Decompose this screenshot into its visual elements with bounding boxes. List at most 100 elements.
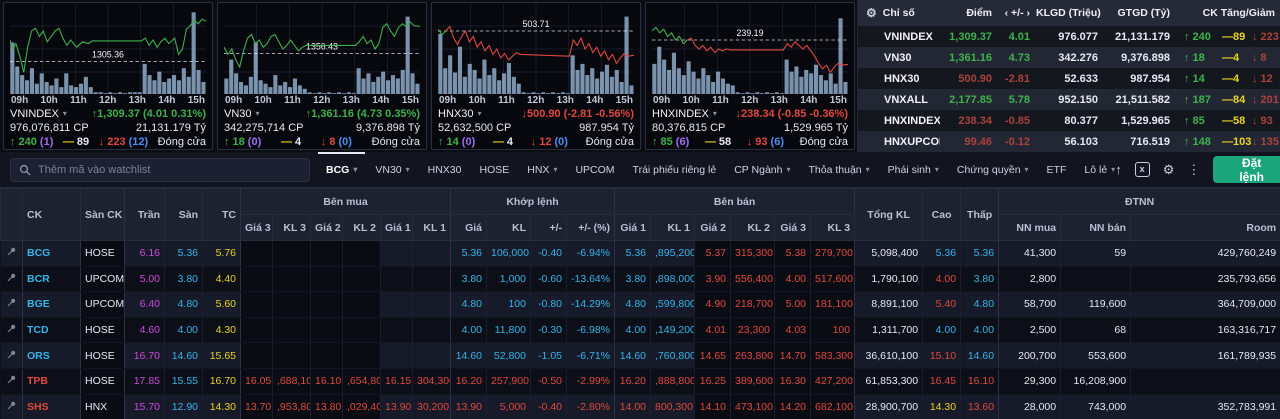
tab-upcom[interactable]: UPCOM — [575, 152, 614, 188]
tab-trái-phiếu-riêng-lẻ[interactable]: Trái phiếu riêng lẻ — [633, 152, 717, 188]
unchanged: —4 — [1222, 73, 1252, 85]
cell: 4.00 — [775, 266, 811, 292]
index-summary-panel: ⚙ Chỉ số Điểm ‹ +/- › KLGD (Triệu) GTGD … — [857, 0, 1280, 152]
tab-vn30[interactable]: VN30▾ — [375, 152, 409, 188]
stock-row-tpb[interactable]: TPBHOSE17.8515.5516.7016.05,688,10016.10… — [1, 368, 1280, 394]
index-points: 1,309.37 — [940, 31, 998, 43]
total-volume-cp: 52,632,500 CP — [438, 121, 511, 135]
stock-row-bge[interactable]: BGEUPCOM6.404.805.604.80100-0.80-14.29%4… — [1, 292, 1280, 318]
unchanged-value: 4 — [295, 135, 301, 149]
col-mua-gia3: Giá 3 — [241, 215, 273, 241]
time-label: 10h — [255, 94, 272, 107]
down-arrow-icon: ↓ 8 — [321, 135, 336, 149]
tab-lô-lẻ[interactable]: Lô lẻ▾ — [1084, 152, 1115, 188]
gear-icon[interactable]: ⚙ — [866, 6, 877, 20]
time-label: 12h — [527, 94, 544, 107]
index-header-points[interactable]: Điểm — [940, 7, 998, 19]
index-change: 4.01 — [998, 31, 1036, 43]
tab-bcg[interactable]: BCG▾ — [326, 152, 357, 188]
index-row-vn30[interactable]: VN301,361.164.73342.2769,376.898↑ 18—4↓ … — [858, 47, 1280, 68]
flat-dash-icon: — — [705, 135, 716, 149]
cell: 352,783,991 — [1131, 394, 1280, 419]
cell — [343, 292, 381, 318]
col-nn-mua: NN mua — [999, 215, 1061, 241]
index-name-label: VN30 — [224, 107, 252, 121]
index-row-hnxindex[interactable]: HNXINDEX238.34-0.8580.3771,529.965↑ 85—5… — [858, 110, 1280, 131]
kebab-menu-icon[interactable]: ⋮ — [1187, 163, 1200, 176]
tab-thỏa-thuận[interactable]: Thỏa thuận▾ — [809, 152, 870, 188]
chevron-down-icon: ▾ — [786, 165, 790, 174]
watchlist-search-input[interactable] — [38, 164, 301, 176]
stock-row-shs[interactable]: SHSHNX15.7012.9014.3013.70,953,80013.80,… — [1, 394, 1280, 419]
tab-cp-ngành[interactable]: CP Ngành▾ — [734, 152, 790, 188]
cell: 11,800 — [487, 317, 531, 343]
cell: ,149,200 — [651, 317, 695, 343]
search-icon — [19, 164, 31, 176]
index-name-dropdown[interactable]: VN30▾ — [224, 107, 260, 121]
pin-cell[interactable] — [1, 317, 23, 343]
cell: 5.00 — [775, 292, 811, 318]
pin-cell[interactable] — [1, 368, 23, 394]
pin-cell[interactable] — [1, 394, 23, 419]
index-name-dropdown[interactable]: HNX30▾ — [438, 107, 481, 121]
cell: 5,000 — [487, 394, 531, 419]
col-mua-kl2: KL 2 — [343, 215, 381, 241]
index-row-hnx30[interactable]: HNX30500.90-2.8152.633987.954↑ 14—4↓ 12 — [858, 68, 1280, 89]
tab-hnx[interactable]: HNX▾ — [527, 152, 557, 188]
place-order-button[interactable]: Đặt lệnh — [1213, 156, 1280, 183]
upload-arrow-icon[interactable]: ↑ — [1115, 163, 1122, 176]
cell: 58,700 — [999, 292, 1061, 318]
pin-cell[interactable] — [1, 343, 23, 369]
tab-etf[interactable]: ETF — [1047, 152, 1067, 188]
index-row-vnindex[interactable]: VNINDEX1,309.374.01976.07721,131.179↑ 24… — [858, 26, 1280, 47]
index-header-gtgd[interactable]: GTGD (Tỷ) — [1104, 7, 1176, 19]
cell: 5.36 — [615, 241, 651, 267]
index-header-change[interactable]: ‹ +/- › — [998, 7, 1036, 19]
cell: 3.80 — [165, 266, 203, 292]
tab-phái-sinh[interactable]: Phái sinh▾ — [888, 152, 939, 188]
pin-cell[interactable] — [1, 292, 23, 318]
settings-gear-icon[interactable]: ⚙ — [1163, 163, 1175, 176]
excel-export-icon[interactable]: x — [1135, 162, 1150, 177]
index-points: 1,361.16 — [940, 52, 998, 64]
stock-row-ors[interactable]: ORSHOSE16.7014.6015.6514.6052,800-1.05-6… — [1, 343, 1280, 369]
cell: 257,900 — [487, 368, 531, 394]
cell: -6.71% — [567, 343, 615, 369]
pin-icon — [7, 324, 16, 333]
pin-cell[interactable] — [1, 241, 23, 267]
index-header-label: Chỉ số — [883, 7, 915, 19]
cell: 13.90 — [451, 394, 487, 419]
stock-row-bcg[interactable]: BCGHOSE6.165.365.765.36106,000-0.40-6.94… — [1, 241, 1280, 267]
cell: 5.38 — [775, 241, 811, 267]
tab-hnx30[interactable]: HNX30 — [428, 152, 462, 188]
watchlist-search-box[interactable] — [10, 158, 310, 182]
stock-row-tcd[interactable]: TCDHOSE4.604.004.304.0011,800-0.30-6.98%… — [1, 317, 1280, 343]
index-name-dropdown[interactable]: VNINDEX▾ — [10, 107, 67, 121]
tab-chứng-quyền[interactable]: Chứng quyền▾ — [957, 152, 1029, 188]
cell: 556,400 — [731, 266, 775, 292]
index-header-klgd[interactable]: KLGD (Triệu) — [1036, 7, 1104, 19]
index-change: 4.73 — [998, 52, 1036, 64]
cell — [413, 241, 451, 267]
cell — [311, 292, 343, 318]
index-chart-panel-hnx30: 503.7109h10h11h12h13h14h15hHNX30▾↓500.90… — [431, 2, 641, 150]
tab-hose[interactable]: HOSE — [480, 152, 510, 188]
mini-chart-vnindex: 1305.36 — [10, 4, 206, 94]
cell — [1061, 266, 1131, 292]
unchanged: —58 — [1222, 115, 1252, 127]
cell: ,895,200 — [651, 241, 695, 267]
index-row-vnxall[interactable]: VNXALL2,177.855.78952.15021,511.582↑ 187… — [858, 89, 1280, 110]
index-gtgd: 716.519 — [1104, 136, 1176, 148]
market-status-label: Đóng cửa — [586, 135, 634, 149]
index-row-hnxupcominde[interactable]: HNXUPCOMINDE99.46-0.1256.103716.519↑ 148… — [858, 131, 1280, 152]
cell: -14.29% — [567, 292, 615, 318]
time-label: 11h — [284, 94, 301, 107]
index-change: -2.81 — [998, 73, 1036, 85]
index-name-dropdown[interactable]: HNXINDEX▾ — [652, 107, 717, 121]
pin-cell[interactable] — [1, 266, 23, 292]
stock-row-bcr[interactable]: BCRUPCOM5.003.804.403.801,000-0.60-13.64… — [1, 266, 1280, 292]
cell: 2,500 — [999, 317, 1061, 343]
group-ben-ban: Bên bán — [615, 189, 855, 215]
cell: 16.10 — [311, 368, 343, 394]
tab-label: Lô lẻ — [1084, 164, 1107, 176]
